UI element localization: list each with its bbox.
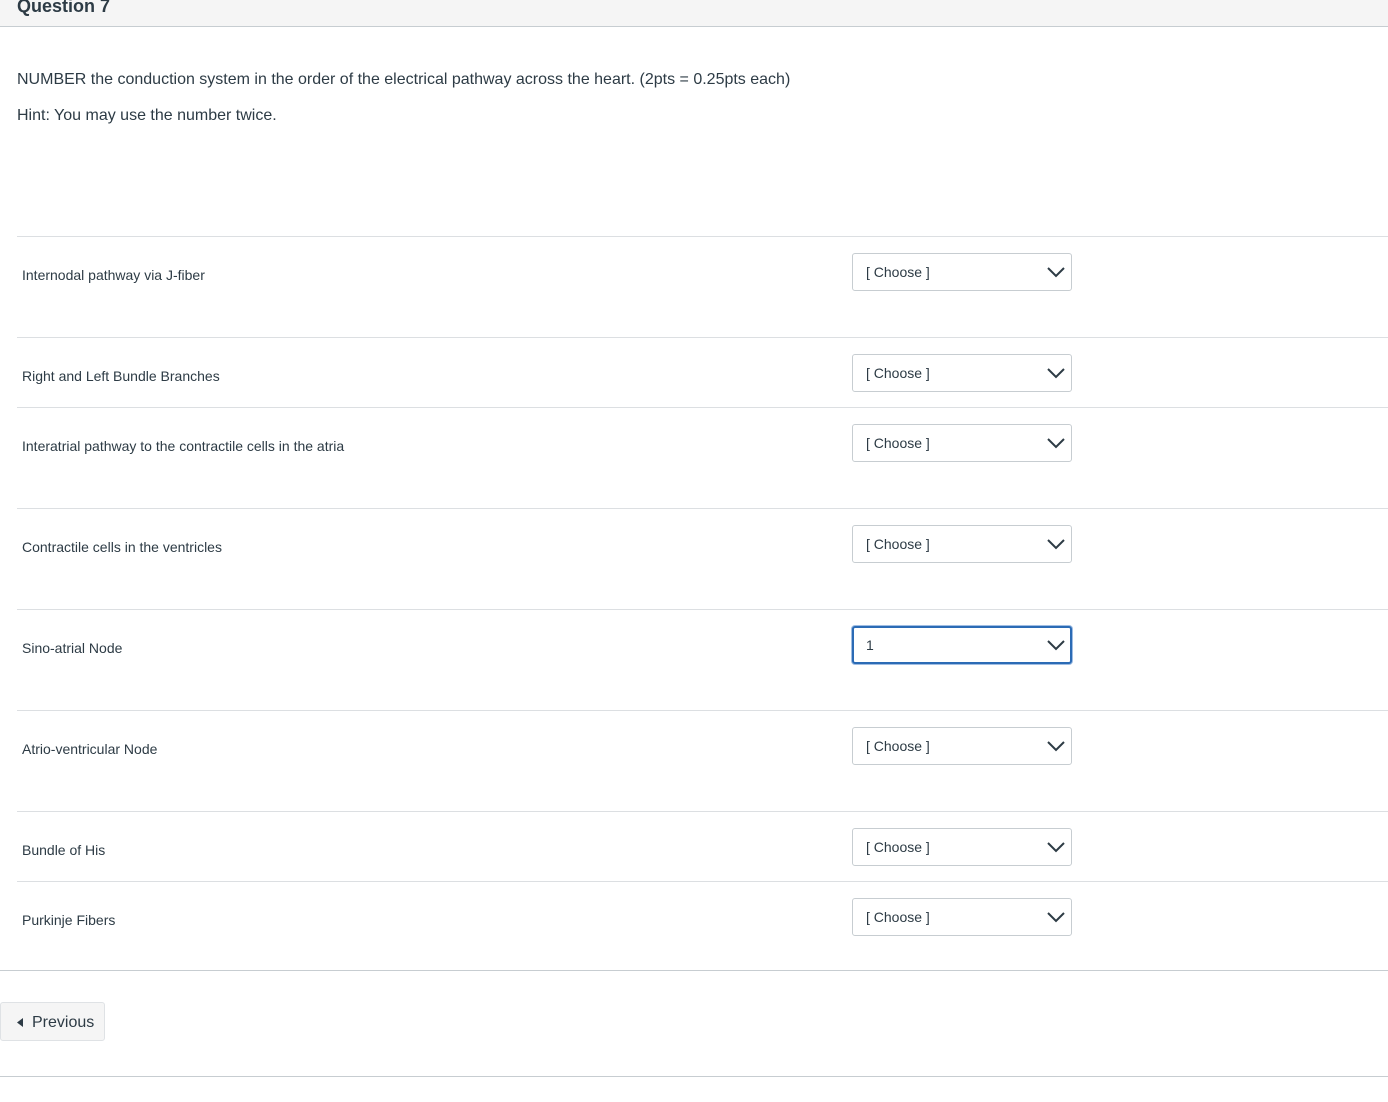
question-divider — [0, 970, 1388, 971]
match-row: Sino-atrial Node 1 — [17, 609, 1388, 710]
question-title: Question 7 — [17, 0, 111, 16]
match-row-label: Purkinje Fibers — [22, 912, 116, 928]
match-row-label: Sino-atrial Node — [22, 640, 123, 656]
answer-dropdown[interactable]: [ Choose ] — [852, 525, 1072, 563]
chevron-down-icon — [1047, 842, 1065, 853]
answer-dropdown[interactable]: [ Choose ] — [852, 727, 1072, 765]
dropdown-selected-value: [ Choose ] — [866, 435, 930, 451]
chevron-down-icon — [1047, 640, 1065, 651]
dropdown-selected-value: [ Choose ] — [866, 839, 930, 855]
match-row: Internodal pathway via J-fiber [ Choose … — [17, 236, 1388, 337]
dropdown-selected-value: [ Choose ] — [866, 738, 930, 754]
chevron-down-icon — [1047, 539, 1065, 550]
chevron-down-icon — [1047, 741, 1065, 752]
chevron-down-icon — [1047, 912, 1065, 923]
answer-dropdown[interactable]: [ Choose ] — [852, 253, 1072, 291]
chevron-down-icon — [1047, 267, 1065, 278]
answer-dropdown[interactable]: 1 — [852, 626, 1072, 664]
footer-divider — [0, 1076, 1388, 1077]
dropdown-selected-value: [ Choose ] — [866, 264, 930, 280]
caret-left-icon — [17, 1018, 23, 1027]
dropdown-selected-value: 1 — [866, 637, 874, 653]
answer-dropdown[interactable]: [ Choose ] — [852, 898, 1072, 936]
match-row: Right and Left Bundle Branches [ Choose … — [17, 337, 1388, 407]
match-row: Bundle of His [ Choose ] — [17, 811, 1388, 881]
question-instruction: NUMBER the conduction system in the orde… — [17, 71, 791, 88]
dropdown-selected-value: [ Choose ] — [866, 536, 930, 552]
chevron-down-icon — [1047, 368, 1065, 379]
match-row-label: Bundle of His — [22, 842, 106, 858]
match-row-label: Internodal pathway via J-fiber — [22, 267, 205, 283]
match-row: Contractile cells in the ventricles [ Ch… — [17, 508, 1388, 609]
match-row: Purkinje Fibers [ Choose ] — [17, 881, 1388, 951]
match-row-label: Interatrial pathway to the contractile c… — [22, 438, 345, 454]
chevron-down-icon — [1047, 438, 1065, 449]
previous-button-label: Previous — [32, 1014, 95, 1031]
question-header: Question 7 — [0, 0, 1388, 27]
dropdown-selected-value: [ Choose ] — [866, 909, 930, 925]
answer-dropdown[interactable]: [ Choose ] — [852, 828, 1072, 866]
dropdown-selected-value: [ Choose ] — [866, 365, 930, 381]
match-row-label: Right and Left Bundle Branches — [22, 368, 220, 384]
question-hint: Hint: You may use the number twice. — [17, 107, 277, 124]
previous-button[interactable]: Previous — [0, 1002, 105, 1041]
match-row-label: Atrio-ventricular Node — [22, 741, 158, 757]
match-row-label: Contractile cells in the ventricles — [22, 539, 222, 555]
answer-dropdown[interactable]: [ Choose ] — [852, 354, 1072, 392]
match-row: Atrio-ventricular Node [ Choose ] — [17, 710, 1388, 811]
match-row: Interatrial pathway to the contractile c… — [17, 407, 1388, 508]
matching-table: Internodal pathway via J-fiber [ Choose … — [17, 236, 1388, 951]
answer-dropdown[interactable]: [ Choose ] — [852, 424, 1072, 462]
